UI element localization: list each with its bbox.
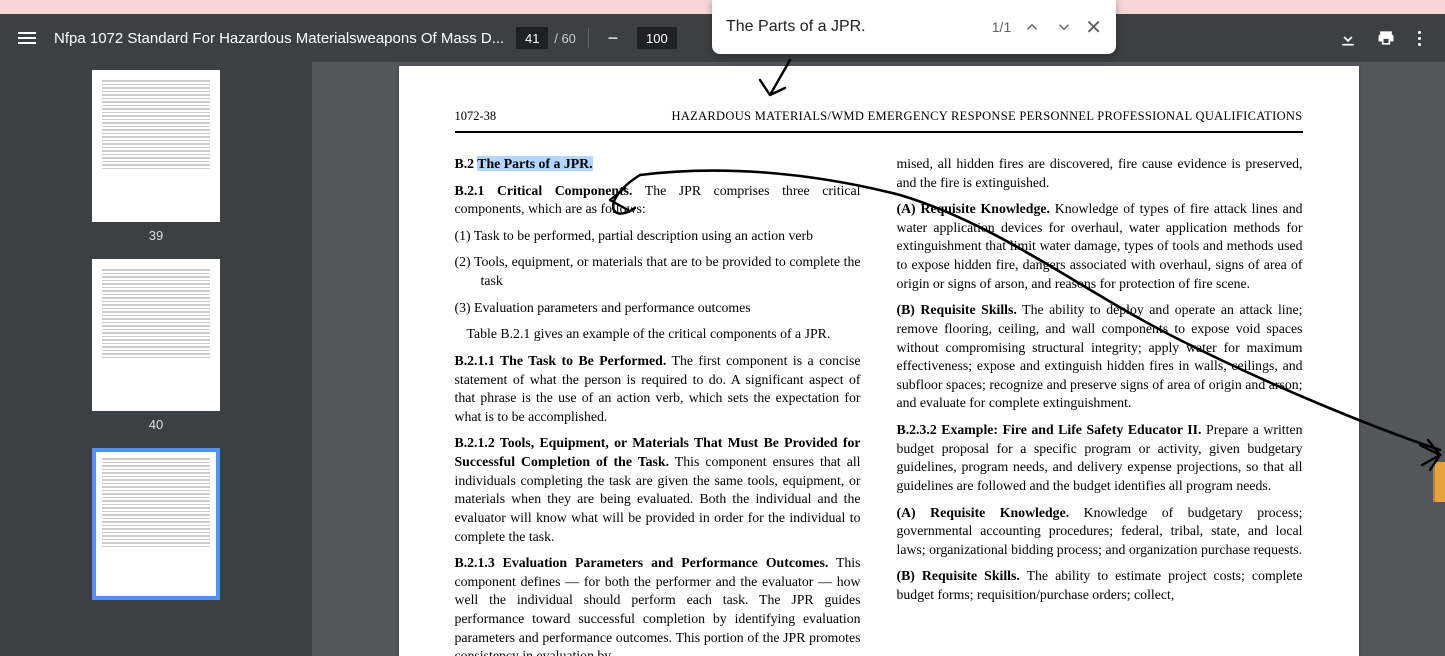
right-column: mised, all hidden fires are discovered, … bbox=[897, 155, 1303, 656]
download-icon[interactable] bbox=[1338, 28, 1358, 48]
find-next-button[interactable] bbox=[1053, 16, 1075, 38]
page-viewport[interactable]: 1072-38 HAZARDOUS MATERIALS/WMD EMERGENC… bbox=[312, 62, 1445, 656]
thumbnail-label: 39 bbox=[149, 228, 163, 243]
menu-button[interactable] bbox=[12, 26, 42, 50]
page-input[interactable] bbox=[516, 27, 548, 49]
find-input[interactable] bbox=[726, 18, 982, 36]
page-header-left: 1072-38 bbox=[455, 108, 497, 125]
page-nav: / 60 bbox=[516, 27, 576, 49]
thumbnail-39[interactable] bbox=[92, 70, 220, 222]
zoom-input[interactable] bbox=[637, 27, 677, 49]
page-header-right: HAZARDOUS MATERIALS/WMD EMERGENCY RESPON… bbox=[672, 108, 1303, 125]
thumbnail-label: 40 bbox=[149, 417, 163, 432]
find-close-button[interactable]: ✕ bbox=[1085, 15, 1102, 40]
more-button[interactable] bbox=[1414, 25, 1425, 52]
pdf-page: 1072-38 HAZARDOUS MATERIALS/WMD EMERGENC… bbox=[399, 66, 1359, 656]
divider bbox=[588, 28, 589, 48]
print-icon[interactable] bbox=[1376, 28, 1396, 48]
find-prev-button[interactable] bbox=[1021, 16, 1043, 38]
document-title: Nfpa 1072 Standard For Hazardous Materia… bbox=[54, 30, 504, 47]
zoom-out-button[interactable]: − bbox=[601, 26, 625, 50]
thumbnail-40[interactable] bbox=[92, 259, 220, 411]
thumbnail-sidebar[interactable]: 39 40 bbox=[0, 62, 312, 656]
header-rule bbox=[455, 131, 1303, 133]
thumbnail-41[interactable] bbox=[92, 448, 220, 600]
find-bar: 1/1 ✕ bbox=[712, 0, 1116, 54]
find-count: 1/1 bbox=[992, 19, 1011, 35]
search-highlight: The Parts of a JPR. bbox=[477, 156, 592, 171]
page-total: / 60 bbox=[554, 31, 576, 46]
scroll-marker bbox=[1433, 462, 1445, 502]
left-column: B.2 The Parts of a JPR. B.2.1 Critical C… bbox=[455, 155, 861, 656]
